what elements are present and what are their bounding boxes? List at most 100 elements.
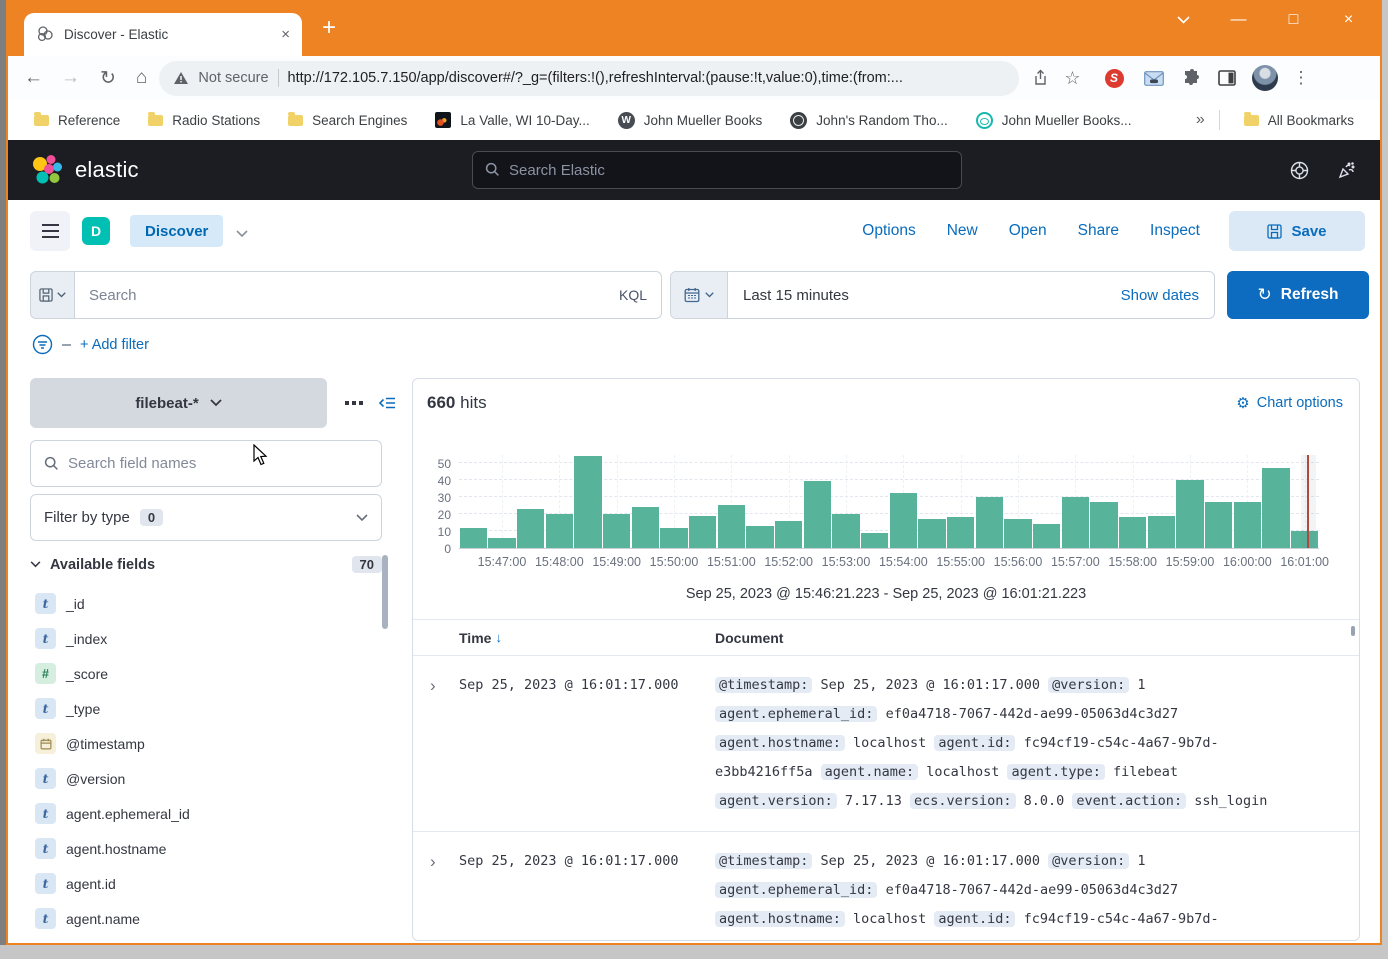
bookmark-item[interactable]: Reference [24,109,130,132]
collapse-sidebar-icon[interactable] [378,394,396,412]
histogram-bar[interactable] [804,481,831,548]
elastic-search-input[interactable] [509,162,949,179]
expand-row-icon[interactable]: › [430,671,459,816]
profile-avatar[interactable] [1252,65,1278,91]
window-maximize-icon[interactable]: □ [1266,2,1321,38]
refresh-button[interactable]: ↻ Refresh [1227,271,1369,319]
histogram-bar[interactable] [832,514,859,548]
topnav-link-open[interactable]: Open [1009,222,1047,240]
mail-extension-icon[interactable] [1144,71,1164,86]
histogram-bar[interactable] [460,528,487,549]
histogram-bar[interactable] [1148,516,1175,548]
bookmarks-overflow-icon[interactable]: » [1196,111,1205,129]
space-avatar[interactable]: D [82,217,110,245]
extensions-puzzle-icon[interactable] [1183,69,1201,87]
show-dates-button[interactable]: Show dates [1121,287,1199,304]
histogram-bar[interactable] [947,517,974,548]
histogram-bar[interactable] [746,526,773,548]
topnav-link-inspect[interactable]: Inspect [1150,222,1200,240]
address-bar[interactable]: Not secure http://172.105.7.150/app/disc… [159,61,1019,96]
chevron-down-icon[interactable] [236,225,248,243]
sort-descending-icon[interactable]: ↓ [495,630,502,645]
histogram-bar[interactable] [1176,480,1203,548]
browser-menu-kebab-icon[interactable]: ⋮ [1293,68,1310,88]
field-item[interactable]: tagent.name [30,901,396,936]
time-column-header[interactable]: Time ↓ [459,630,715,646]
topnav-link-new[interactable]: New [947,222,978,240]
window-minimize-icon[interactable]: — [1211,2,1266,38]
data-view-picker[interactable]: filebeat-* [30,378,327,428]
bookmark-item[interactable]: Radio Stations [138,109,270,132]
histogram-bar[interactable] [1234,502,1261,548]
newsfeed-icon[interactable] [1337,161,1356,180]
date-picker-menu-button[interactable] [671,272,728,318]
time-range-value[interactable]: Last 15 minutes [743,287,849,304]
help-icon[interactable] [1290,161,1309,180]
back-icon[interactable]: ← [24,67,43,89]
new-tab-icon[interactable]: + [322,14,336,42]
field-item[interactable]: @timestamp [30,726,396,761]
query-language-button[interactable]: KQL [619,287,647,303]
histogram-bar[interactable] [775,521,802,548]
field-item[interactable]: t_index [30,621,396,656]
home-icon[interactable]: ⌂ [136,67,147,89]
share-icon[interactable] [1031,69,1049,87]
side-panel-icon[interactable] [1218,70,1236,86]
bookmark-item[interactable]: Search Engines [278,109,417,132]
available-fields-header[interactable]: Available fields 70 [30,551,382,578]
bookmark-star-icon[interactable]: ☆ [1064,68,1080,89]
tab-close-icon[interactable]: × [281,26,290,43]
histogram-bar[interactable] [1262,468,1289,548]
window-close-icon[interactable]: × [1321,2,1376,38]
field-item[interactable]: t_id [30,586,396,621]
window-menu-icon[interactable] [1156,2,1211,38]
histogram-bar[interactable] [1119,517,1146,548]
histogram-bar[interactable] [574,456,601,548]
histogram-bar[interactable] [546,514,573,548]
table-scrollbar[interactable] [1351,626,1355,636]
histogram-bar[interactable] [1205,502,1232,548]
field-item[interactable]: tagent.id [30,866,396,901]
bookmark-item[interactable]: John Mueller Books... [966,108,1142,133]
elastic-brand[interactable]: elastic [30,140,139,200]
histogram-bar[interactable] [632,507,659,548]
field-item[interactable]: tagent.ephemeral_id [30,796,396,831]
bookmark-item[interactable]: John's Random Tho... [780,108,957,133]
histogram-bar[interactable] [890,493,917,548]
histogram-bar[interactable] [517,509,544,548]
field-search-input[interactable] [68,455,368,472]
reload-icon[interactable]: ↻ [100,67,116,90]
histogram-bar[interactable] [1004,519,1031,548]
expand-row-icon[interactable]: › [430,847,459,940]
histogram-bar[interactable] [918,519,945,548]
histogram-bar[interactable] [718,505,745,548]
url-text[interactable]: http://172.105.7.150/app/discover#/?_g=(… [288,70,1006,86]
main-menu-icon[interactable] [30,211,70,251]
elastic-global-search[interactable] [472,151,962,189]
all-bookmarks-button[interactable]: All Bookmarks [1234,109,1364,132]
histogram-bar[interactable] [1090,502,1117,548]
histogram-bar[interactable] [861,533,888,548]
topnav-link-share[interactable]: Share [1078,222,1119,240]
histogram-bar[interactable] [689,516,716,548]
histogram-bar[interactable] [976,497,1003,548]
field-item[interactable]: tagent.hostname [30,831,396,866]
histogram-bar[interactable] [660,528,687,549]
histogram-bar[interactable] [1033,524,1060,548]
filter-icon[interactable] [32,334,53,355]
histogram-bar[interactable] [1062,497,1089,548]
forward-icon[interactable]: → [61,67,80,89]
histogram-bar[interactable] [488,538,515,548]
add-filter-button[interactable]: + Add filter [80,337,149,353]
security-extension-icon[interactable]: S [1105,69,1124,88]
save-button[interactable]: Save [1229,211,1365,251]
bookmark-item[interactable]: La Valle, WI 10-Day... [425,108,599,132]
field-item[interactable]: t_type [30,691,396,726]
topnav-link-options[interactable]: Options [862,222,915,240]
search-input[interactable] [89,287,611,304]
chart-options-button[interactable]: ⚙ Chart options [1236,394,1343,412]
security-label[interactable]: Not secure [198,70,268,86]
breadcrumb[interactable]: Discover [130,215,223,247]
bookmark-item[interactable]: WJohn Mueller Books [608,108,773,133]
field-item[interactable]: #_score [30,656,396,691]
